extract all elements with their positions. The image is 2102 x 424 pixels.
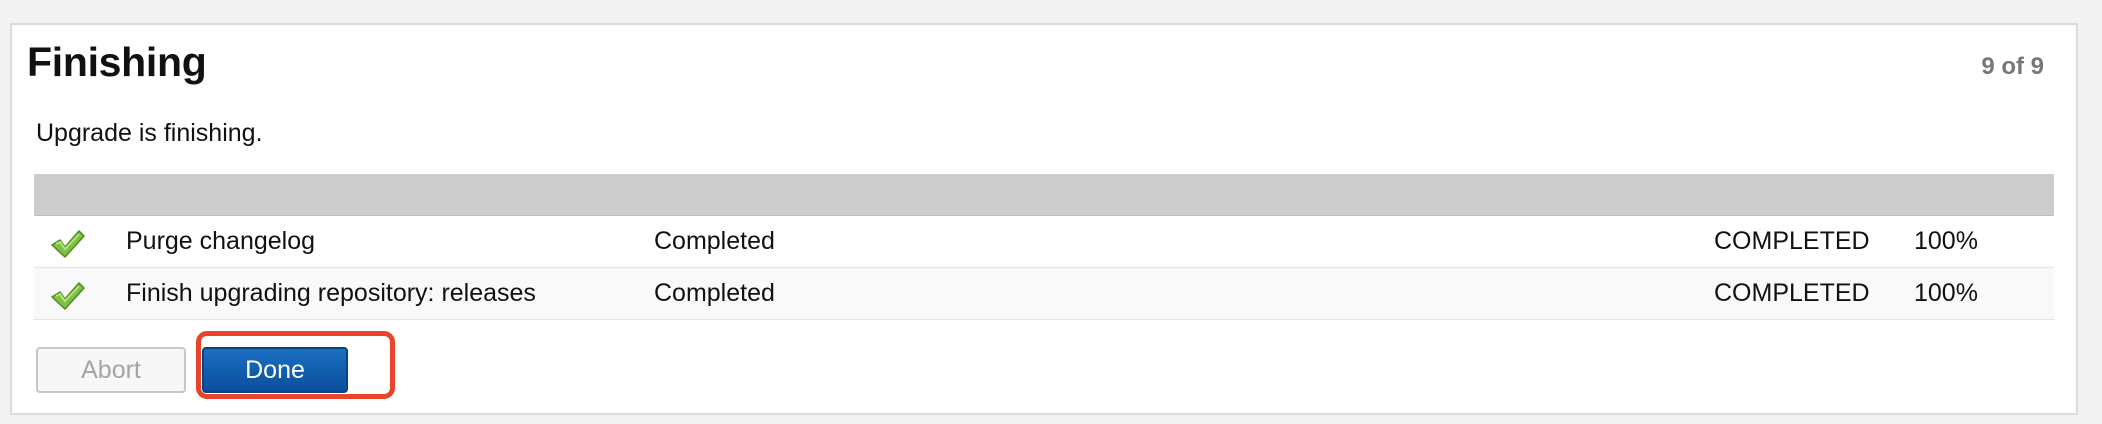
task-table-header bbox=[34, 174, 2054, 216]
task-percent: 100% bbox=[1914, 279, 1978, 307]
task-state: COMPLETED bbox=[1714, 279, 1870, 307]
task-name: Purge changelog bbox=[126, 227, 316, 255]
status-message: Upgrade is finishing. bbox=[36, 119, 263, 147]
check-icon bbox=[51, 229, 85, 258]
done-button[interactable]: Done bbox=[202, 347, 348, 393]
task-table: Purge changelog Completed COMPLETED 100%… bbox=[34, 174, 2054, 320]
task-state: COMPLETED bbox=[1714, 227, 1870, 255]
step-counter: 9 of 9 bbox=[1981, 53, 2044, 80]
upgrade-panel: Finishing 9 of 9 Upgrade is finishing. P… bbox=[10, 23, 2078, 415]
task-name: Finish upgrading repository: releases bbox=[126, 279, 536, 307]
task-percent: 100% bbox=[1914, 227, 1978, 255]
page-title: Finishing bbox=[27, 39, 207, 85]
check-icon bbox=[51, 281, 85, 310]
table-row: Finish upgrading repository: releases Co… bbox=[34, 267, 2054, 320]
task-status: Completed bbox=[654, 279, 775, 307]
abort-button[interactable]: Abort bbox=[36, 347, 186, 393]
table-row: Purge changelog Completed COMPLETED 100% bbox=[34, 216, 2054, 268]
task-status: Completed bbox=[654, 227, 775, 255]
